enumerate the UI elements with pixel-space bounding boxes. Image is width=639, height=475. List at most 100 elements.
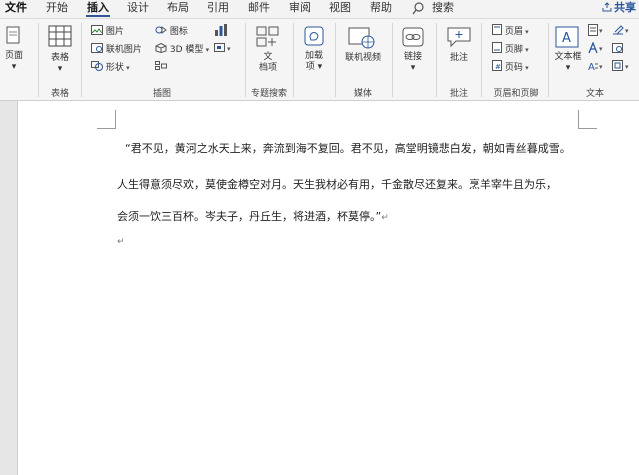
- menu-bar: 文件 开始 插入 设计 布局 引用 邮件 审阅 视图 帮助 搜索 共享: [0, 0, 639, 19]
- divider: [548, 23, 549, 97]
- svg-text:A: A: [562, 31, 571, 46]
- header-button[interactable]: 页眉 ▾: [492, 24, 529, 37]
- menu-tab-view[interactable]: 视图: [329, 0, 351, 17]
- shapes-button[interactable]: 形状 ▾: [91, 60, 130, 73]
- svg-text:A: A: [588, 62, 595, 72]
- document-item-button[interactable]: 文档项: [251, 52, 285, 74]
- svg-text:▾: ▾: [227, 45, 231, 53]
- table-button-label: 表格: [50, 53, 69, 63]
- line-1-text: “君不见，黄河之水天上来，奔流到海不复回。君不见，高堂明镜悲白发，朝如青丝暮成雪…: [125, 142, 571, 155]
- icons-button[interactable]: 图标: [155, 24, 188, 37]
- smartart-icon[interactable]: [155, 61, 167, 74]
- search-box[interactable]: 搜索: [432, 0, 454, 17]
- pages-label: 页面: [4, 51, 23, 61]
- object-icon[interactable]: ▾: [612, 60, 632, 75]
- chart-icon[interactable]: [214, 24, 228, 39]
- picture-button[interactable]: 图片: [91, 24, 124, 37]
- paragraph-mark: ↵: [381, 213, 389, 223]
- group-label-header-footer: 页眉和页脚: [493, 89, 539, 99]
- ribbon: 页面 ▾ 表格 ▾ 表格 图片 联机图片 形状 ▾ 图标 3D 模型 ▾ ▾ 插图 …: [0, 19, 639, 101]
- line-2-text: 人生得意须尽欢，莫使金樽空对月。天生我材必有用，千金散尽还复来。烹羊宰牛且为乐，: [117, 178, 557, 191]
- empty-paragraph-mark: ↵: [117, 237, 125, 247]
- textbox-button[interactable]: 文本框 ▾: [550, 52, 586, 74]
- menu-tab-review[interactable]: 审阅: [289, 0, 311, 17]
- menu-tab-help[interactable]: 帮助: [370, 0, 392, 17]
- share-button[interactable]: 共享: [602, 0, 636, 17]
- svg-text:#: #: [495, 63, 501, 71]
- line-3-text: 会须一饮三百杯。岑夫子，丹丘生，将进酒，杯莫停。”: [117, 210, 382, 223]
- document-item-icon[interactable]: [256, 26, 280, 51]
- group-label-text: 文本: [585, 89, 604, 99]
- shapes-label: 形状: [105, 63, 124, 73]
- header-label: 页眉: [504, 27, 523, 37]
- svg-text:▾: ▾: [599, 45, 603, 53]
- link-icon[interactable]: [402, 27, 424, 50]
- footer-label: 页脚: [504, 45, 523, 55]
- document-line-1[interactable]: “君不见，黄河之水天上来，奔流到海不复回。君不见，高堂明镜悲白发，朝如青丝暮成雪…: [125, 140, 571, 156]
- share-icon: [602, 2, 612, 12]
- 3d-model-label: 3D 模型: [169, 45, 204, 55]
- picture-icon: [91, 25, 103, 35]
- margin-corner-top-left: [97, 110, 116, 129]
- icons-label: 图标: [169, 27, 188, 37]
- document-item-label-2: 档项: [258, 63, 277, 73]
- link-button[interactable]: 链接 ▾: [397, 52, 429, 74]
- svg-text:▾: ▾: [625, 63, 629, 71]
- divider: [436, 23, 437, 97]
- online-picture-label: 联机图片: [105, 45, 142, 55]
- 3d-model-button[interactable]: 3D 模型 ▾: [155, 42, 209, 55]
- svg-text:▾: ▾: [599, 63, 603, 71]
- footer-button[interactable]: 页脚 ▾: [492, 42, 529, 55]
- date-time-icon[interactable]: [612, 42, 632, 57]
- page-number-label: 页码: [504, 63, 523, 73]
- document-line-2[interactable]: 人生得意须尽欢，莫使金樽空对月。天生我材必有用，千金散尽还复来。烹羊宰牛且为乐，: [117, 176, 557, 192]
- svg-text:▾: ▾: [625, 27, 629, 35]
- svg-text:▾: ▾: [599, 27, 603, 35]
- menu-tab-design[interactable]: 设计: [127, 0, 149, 17]
- margin-corner-top-right: [578, 110, 597, 129]
- menu-tab-layout[interactable]: 布局: [167, 0, 189, 17]
- share-label: 共享: [614, 1, 636, 14]
- pages-button[interactable]: 页面 ▾: [2, 51, 26, 73]
- screenshot-icon[interactable]: ▾: [214, 43, 234, 56]
- group-label-illustrations: 插图: [152, 89, 171, 99]
- online-video-button[interactable]: 联机视频: [340, 53, 386, 64]
- document-workspace[interactable]: “君不见，黄河之水天上来，奔流到海不复回。君不见，高堂明镜悲白发，朝如青丝暮成雪…: [0, 101, 639, 475]
- icons-icon: [155, 26, 167, 34]
- divider: [38, 23, 39, 97]
- menu-tab-references[interactable]: 引用: [207, 0, 229, 17]
- comment-button[interactable]: 批注: [443, 53, 475, 64]
- menu-tab-home[interactable]: 开始: [46, 0, 68, 17]
- online-picture-icon: [91, 43, 103, 53]
- divider: [481, 23, 482, 97]
- group-label-addins: 专题搜索: [250, 89, 287, 99]
- document-page[interactable]: “君不见，黄河之水天上来，奔流到海不复回。君不见，高堂明镜悲白发，朝如青丝暮成雪…: [17, 101, 639, 475]
- drop-cap-icon[interactable]: A ▾: [588, 60, 606, 75]
- header-icon: [492, 24, 502, 35]
- textbox-icon[interactable]: A: [555, 26, 579, 51]
- divider: [293, 23, 294, 97]
- page-number-button[interactable]: # 页码 ▾: [492, 60, 529, 73]
- wordart-icon[interactable]: ▾: [588, 41, 606, 57]
- search-icon[interactable]: [412, 0, 428, 17]
- online-video-icon[interactable]: [348, 27, 376, 52]
- group-label-comments: 批注: [449, 89, 468, 99]
- quick-parts-icon[interactable]: ▾: [588, 24, 606, 39]
- shapes-icon: [91, 61, 103, 71]
- cube-icon: [155, 42, 167, 54]
- divider: [335, 23, 336, 97]
- table-icon[interactable]: [48, 25, 72, 50]
- comment-icon[interactable]: [446, 26, 472, 51]
- menu-tab-insert[interactable]: 插入: [86, 0, 110, 17]
- menu-tab-mailings[interactable]: 邮件: [248, 0, 270, 17]
- page-icon: [6, 26, 20, 47]
- table-button[interactable]: 表格 ▾: [44, 53, 76, 75]
- online-picture-button[interactable]: 联机图片: [91, 42, 142, 55]
- signature-line-icon[interactable]: ▾: [612, 24, 632, 39]
- get-addins-button[interactable]: 加载项 ▾: [298, 51, 330, 73]
- get-addins-label-1: 加载: [304, 51, 323, 61]
- divider: [81, 23, 82, 97]
- menu-file[interactable]: 文件: [5, 0, 27, 17]
- addins-icon[interactable]: [304, 26, 324, 49]
- document-line-3[interactable]: 会须一饮三百杯。岑夫子，丹丘生，将进酒，杯莫停。”↵: [117, 208, 389, 224]
